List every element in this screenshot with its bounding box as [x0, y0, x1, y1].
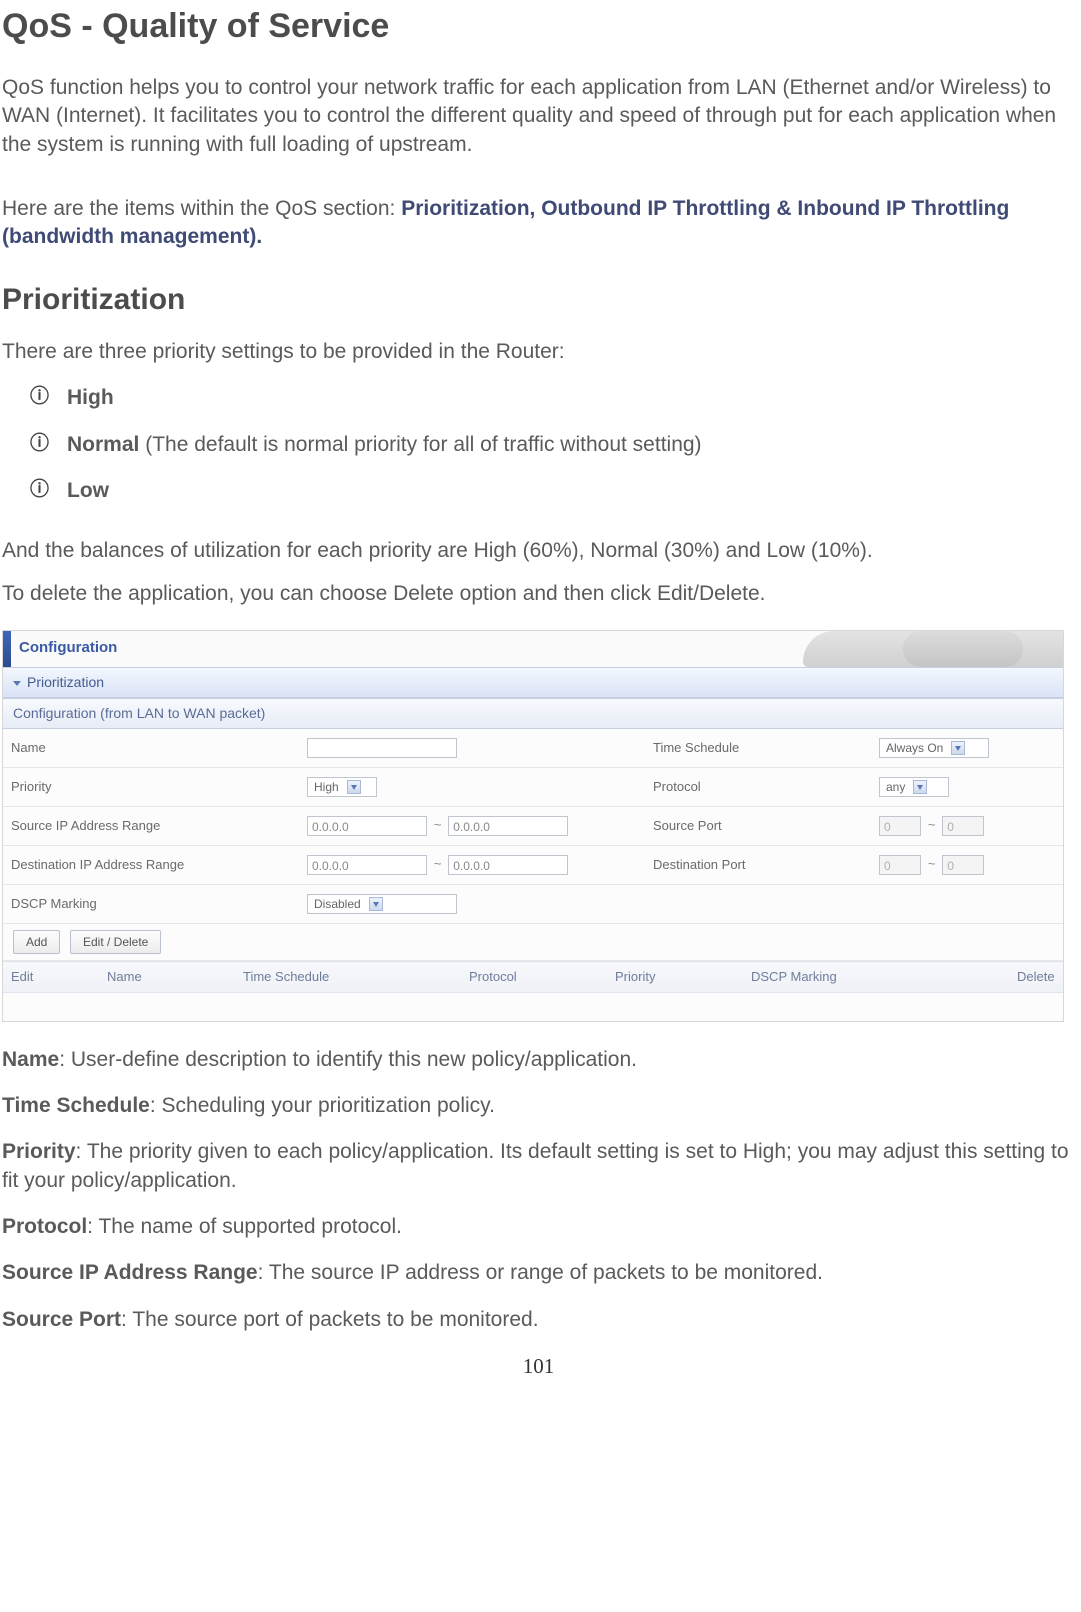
time-schedule-select[interactable]: Always On — [879, 738, 989, 758]
dest-ip-label: Destination IP Address Range — [3, 845, 299, 884]
def-source-ip-body: : The source IP address or range of pack… — [258, 1261, 823, 1284]
range-separator: ~ — [925, 855, 939, 873]
bullet-normal-rest: (The default is normal priority for all … — [139, 433, 701, 456]
def-priority: Priority: The priority given to each pol… — [2, 1138, 1075, 1195]
bullet-high: ⓘ High — [30, 384, 1075, 412]
source-ip-label: Source IP Address Range — [3, 806, 299, 845]
dscp-value: Disabled — [314, 896, 361, 912]
protocol-select[interactable]: any — [879, 777, 949, 797]
chevron-down-icon — [347, 780, 361, 794]
bullet-normal: ⓘ Normal (The default is normal priority… — [30, 431, 1075, 459]
dest-port-label: Destination Port — [645, 845, 871, 884]
dest-ip-end-input[interactable]: 0.0.0.0 — [448, 855, 568, 875]
button-row: Add Edit / Delete — [3, 924, 1063, 961]
def-name-term: Name — [2, 1048, 59, 1071]
def-source-ip-term: Source IP Address Range — [2, 1261, 258, 1284]
prioritization-heading: Prioritization — [2, 280, 1075, 321]
time-schedule-label: Time Schedule — [645, 729, 871, 768]
section-bar-prioritization[interactable]: Prioritization — [3, 667, 1063, 698]
info-icon: ⓘ — [30, 431, 49, 457]
delete-note-paragraph: To delete the application, you can choos… — [2, 580, 1075, 608]
chevron-down-icon — [13, 681, 21, 686]
config-table: Name Time Schedule Always On Priority Hi… — [3, 729, 1063, 924]
subsection-label: Configuration (from LAN to WAN packet) — [13, 705, 265, 721]
priority-bullets: ⓘ High ⓘ Normal (The default is normal p… — [30, 384, 1075, 505]
chevron-down-icon — [951, 741, 965, 755]
def-name: Name: User-define description to identif… — [2, 1046, 1075, 1074]
def-name-body: : User-define description to identify th… — [59, 1048, 637, 1071]
section-bar-label: Prioritization — [27, 674, 104, 690]
col-time: Time Schedule — [235, 962, 461, 993]
priority-label: Priority — [3, 767, 299, 806]
def-priority-body: : The priority given to each policy/appl… — [2, 1140, 1069, 1191]
def-time-term: Time Schedule — [2, 1094, 150, 1117]
section-items-paragraph: Here are the items within the QoS sectio… — [2, 195, 1075, 252]
info-icon: ⓘ — [30, 384, 49, 410]
source-port-start-input[interactable]: 0 — [879, 816, 921, 836]
source-ip-end-input[interactable]: 0.0.0.0 — [448, 816, 568, 836]
def-time-schedule: Time Schedule: Scheduling your prioritiz… — [2, 1092, 1075, 1120]
source-port-label: Source Port — [645, 806, 871, 845]
bullet-low: ⓘ Low — [30, 477, 1075, 505]
chevron-down-icon — [913, 780, 927, 794]
def-protocol: Protocol: The name of supported protocol… — [2, 1213, 1075, 1241]
col-priority: Priority — [607, 962, 743, 993]
def-source-port-term: Source Port — [2, 1308, 121, 1331]
dest-port-start-input[interactable]: 0 — [879, 855, 921, 875]
source-port-end-input[interactable]: 0 — [942, 816, 984, 836]
def-priority-term: Priority — [2, 1140, 76, 1163]
range-separator: ~ — [431, 855, 445, 873]
page-number: 101 — [2, 1352, 1075, 1380]
protocol-value: any — [886, 779, 905, 795]
list-header-row: Edit Name Time Schedule Protocol Priorit… — [3, 961, 1063, 993]
title-stripe — [3, 631, 11, 667]
protocol-label: Protocol — [645, 767, 871, 806]
def-protocol-term: Protocol — [2, 1215, 87, 1238]
time-schedule-value: Always On — [886, 740, 943, 756]
figure-titlebar: Configuration — [3, 631, 1063, 667]
col-edit: Edit — [3, 962, 99, 993]
intro-paragraph: QoS function helps you to control your n… — [2, 74, 1075, 159]
figure-bottom-blank — [3, 993, 1063, 1021]
name-input[interactable] — [307, 738, 457, 758]
info-icon: ⓘ — [30, 477, 49, 503]
dscp-label: DSCP Marking — [3, 884, 299, 923]
dscp-select[interactable]: Disabled — [307, 894, 457, 914]
col-name: Name — [99, 962, 235, 993]
def-time-body: : Scheduling your prioritization policy. — [150, 1094, 495, 1117]
col-protocol: Protocol — [461, 962, 607, 993]
figure-title-label: Configuration — [19, 638, 117, 658]
section-items-prefix: Here are the items within the QoS sectio… — [2, 197, 401, 220]
source-ip-start-input[interactable]: 0.0.0.0 — [307, 816, 427, 836]
prioritization-intro: There are three priority settings to be … — [2, 338, 1075, 366]
def-source-ip: Source IP Address Range: The source IP a… — [2, 1259, 1075, 1287]
bullet-low-label: Low — [67, 477, 109, 505]
def-source-port-body: : The source port of packets to be monit… — [121, 1308, 539, 1331]
name-label: Name — [3, 729, 299, 768]
title-decoration-ridge — [903, 631, 1023, 667]
page-title: QoS - Quality of Service — [2, 4, 1075, 50]
router-config-screenshot: Configuration Prioritization Configurati… — [2, 630, 1064, 1022]
bullet-normal-bold: Normal — [67, 433, 139, 456]
range-separator: ~ — [431, 816, 445, 834]
range-separator: ~ — [925, 816, 939, 834]
priority-select[interactable]: High — [307, 777, 377, 797]
chevron-down-icon — [369, 897, 383, 911]
add-button[interactable]: Add — [13, 930, 60, 954]
dest-ip-start-input[interactable]: 0.0.0.0 — [307, 855, 427, 875]
col-dscp: DSCP Marking — [743, 962, 1009, 993]
dest-port-end-input[interactable]: 0 — [942, 855, 984, 875]
subsection-bar: Configuration (from LAN to WAN packet) — [3, 698, 1063, 729]
balances-paragraph: And the balances of utilization for each… — [2, 537, 1075, 565]
def-protocol-body: : The name of supported protocol. — [87, 1215, 402, 1238]
def-source-port: Source Port: The source port of packets … — [2, 1306, 1075, 1334]
bullet-high-label: High — [67, 384, 114, 412]
priority-value: High — [314, 779, 339, 795]
edit-delete-button[interactable]: Edit / Delete — [70, 930, 161, 954]
col-delete: Delete — [1009, 962, 1063, 993]
